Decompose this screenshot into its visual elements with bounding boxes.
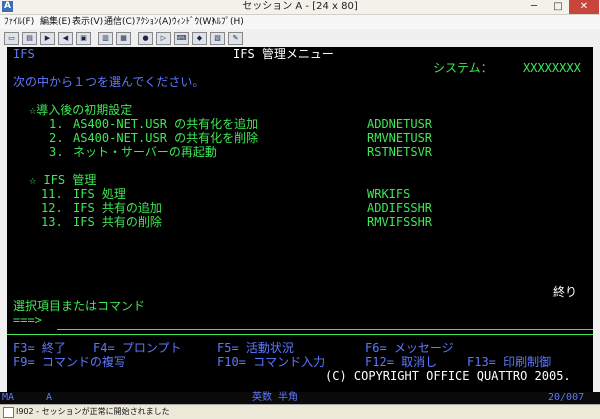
terminal-screen[interactable]: IFS IFS 管理メニュー システム： XXXXXXXX 次の中から１つを選ん… [7, 47, 593, 392]
menu-file[interactable]: ﾌｧｲﾙ(F) [4, 15, 34, 29]
menu-window[interactable]: ｳｨﾝﾄﾞｳ(W) [172, 15, 215, 29]
fkey-f4[interactable]: F4= プロンプト [93, 341, 182, 355]
paste-icon[interactable]: ▤ [22, 32, 37, 45]
separator-line [7, 334, 593, 335]
option-number: 12. [41, 201, 63, 215]
option-command: WRKIFS [367, 187, 411, 201]
play-icon[interactable]: ▷ [156, 32, 171, 45]
option-label: ネット・サーバーの再起動 [73, 145, 217, 159]
command-arrow: ===> [13, 313, 42, 327]
option-label: IFS 共有の削除 [73, 215, 162, 229]
record-icon[interactable]: ● [138, 32, 153, 45]
option-label: IFS 共有の追加 [73, 201, 162, 215]
screen-icon[interactable]: ▦ [116, 32, 131, 45]
option-command: ADDIFSSHR [367, 201, 433, 215]
option-label: IFS 処理 [73, 187, 126, 201]
system-name: XXXXXXXX [523, 61, 581, 75]
instruction-text: 次の中から１つを選んでください。 [13, 75, 205, 89]
menu-help[interactable]: ﾍﾙﾌﾟ(H) [212, 15, 244, 29]
section-heading-ifs: ☆ IFS 管理 [29, 173, 97, 187]
fkey-f12[interactable]: F12= 取消し [365, 355, 437, 369]
display-icon[interactable]: ▣ [76, 32, 91, 45]
option-number: 1. [49, 117, 64, 131]
minimize-button[interactable]: ─ [522, 0, 546, 14]
command-input[interactable] [57, 329, 593, 330]
window-title: セッション A - [24 x 80] [242, 1, 358, 12]
menu-view[interactable]: 表示(V) [72, 15, 103, 29]
menu-bar: ﾌｧｲﾙ(F) 編集(E) 表示(V) 通信(C) ｱｸｼｮﾝ(A) ｳｨﾝﾄﾞ… [0, 15, 600, 29]
command-prompt-label: 選択項目またはコマンド [13, 299, 146, 313]
map-icon[interactable]: ▧ [210, 32, 225, 45]
copyright-text: (C) COPYRIGHT OFFICE QUATTRO 2005. [325, 369, 571, 383]
message-icon [3, 407, 14, 418]
option-number: 2. [49, 131, 64, 145]
status-cursor-position: 20/007 [548, 392, 585, 403]
menu-edit[interactable]: 編集(E) [40, 15, 71, 29]
menu-action[interactable]: ｱｸｼｮﾝ(A) [136, 15, 172, 29]
screen-title: IFS 管理メニュー [233, 47, 334, 61]
fkey-f13[interactable]: F13= 印刷制御 [467, 355, 551, 369]
keyboard-icon[interactable]: ⌨ [174, 32, 189, 45]
fkey-f3[interactable]: F3= 終了 [13, 341, 66, 355]
option-command: RSTNETSVR [367, 145, 433, 159]
fkey-f9[interactable]: F9= コマンドの複写 [13, 355, 126, 369]
option-number: 13. [41, 215, 63, 229]
maximize-button[interactable]: □ [546, 0, 570, 14]
toolbar: ▭ ▤ ▶ ◀ ▣ ▥ ▦ ● ▷ ⌨ ◆ ▧ ✎ [0, 30, 600, 46]
title-bar: A セッション A - [24 x 80] ─ □ ✕ [0, 0, 600, 15]
option-command: RMVIFSSHR [367, 215, 433, 229]
system-id: IFS [13, 47, 35, 61]
system-label: システム： [433, 61, 493, 75]
option-command: RMVNETUSR [367, 131, 433, 145]
option-number: 3. [49, 145, 64, 159]
message-bar: I902 - セッションが正常に開始されました [0, 404, 600, 419]
macro-icon[interactable]: ✎ [228, 32, 243, 45]
close-button[interactable]: ✕ [569, 0, 599, 14]
print-icon[interactable]: ▥ [98, 32, 113, 45]
copy-icon[interactable]: ▭ [4, 32, 19, 45]
status-ma: MA [2, 392, 15, 403]
option-command: ADDNETUSR [367, 117, 433, 131]
send-icon[interactable]: ▶ [40, 32, 55, 45]
message-text: I902 - セッションが正常に開始されました [16, 407, 170, 416]
status-bar: MA A 英数 半角 20/007 [0, 392, 600, 404]
menu-communication[interactable]: 通信(C) [104, 15, 135, 29]
receive-icon[interactable]: ◀ [58, 32, 73, 45]
section-heading-setup: ☆導入後の初期設定 [29, 103, 133, 117]
fkey-f6[interactable]: F6= メッセージ [365, 341, 454, 355]
status-session: A [46, 392, 53, 403]
fkey-f5[interactable]: F5= 活動状況 [217, 341, 294, 355]
option-label: AS400-NET.USR の共有化を削除 [73, 131, 259, 145]
fkey-f10[interactable]: F10= コマンド入力 [217, 355, 325, 369]
end-marker: 終り [553, 285, 578, 299]
status-input-mode: 英数 半角 [252, 392, 299, 403]
option-number: 11. [41, 187, 63, 201]
option-label: AS400-NET.USR の共有化を追加 [73, 117, 259, 131]
color-icon[interactable]: ◆ [192, 32, 207, 45]
